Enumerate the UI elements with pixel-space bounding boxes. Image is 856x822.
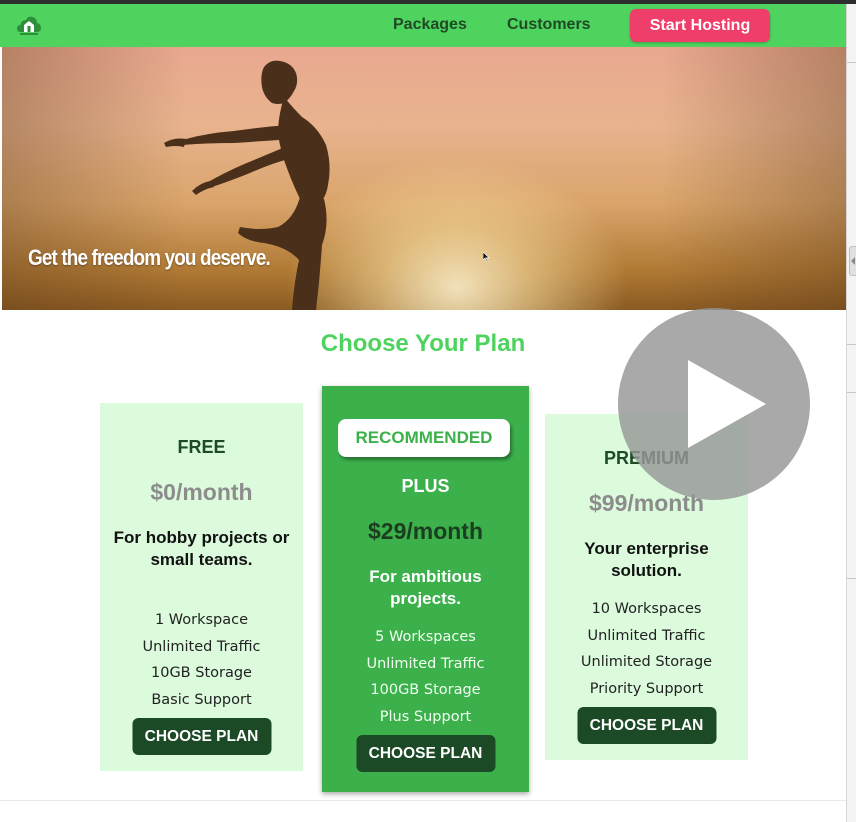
plan-description: For ambitious projects. [369,567,482,608]
plan-feature: Unlimited Storage [580,654,713,671]
panel-divider [847,392,856,393]
choose-plan-free-button[interactable]: CHOOSE PLAN [132,718,271,755]
plan-feature-list: 1 Workspace Unlimited Traffic 10GB Stora… [100,607,303,714]
panel-divider [847,578,856,579]
hero-banner: Get the freedom you deserve. [2,47,846,310]
plan-feature: Unlimited Traffic [587,627,706,644]
mouse-cursor-icon [483,252,490,262]
plan-price: $0/month [150,479,253,505]
page: Packages Customers Start Hosting Get the… [0,0,856,822]
hero-tagline: Get the freedom you deserve. [28,245,271,270]
plan-name: FREE [177,437,226,457]
choose-plan-plus-button[interactable]: CHOOSE PLAN [356,735,495,772]
navbar: Packages Customers Start Hosting [0,4,846,47]
plan-feature: 10 Workspaces [591,601,702,617]
plan-feature: 1 Workspace [154,612,249,628]
right-side-panel-edge [846,4,856,822]
nav-link-customers[interactable]: Customers [507,16,591,34]
house-cloud-logo-icon[interactable] [16,12,42,38]
plan-description: For hobby projects or small teams. [113,528,290,569]
plan-price: $29/month [367,518,484,544]
start-hosting-button[interactable]: Start Hosting [630,9,770,42]
panel-divider [847,62,856,63]
video-play-overlay[interactable] [618,308,810,500]
plan-feature: Plus Support [379,709,472,726]
plan-feature: Unlimited Traffic [142,638,261,655]
plan-feature: 5 Workspaces [375,629,476,645]
plan-card-plus: RECOMMENDED PLUS $29/month For ambitious… [322,386,529,792]
plan-feature: Unlimited Traffic [366,655,485,672]
recommended-badge: RECOMMENDED [338,419,510,457]
plan-feature: Priority Support [589,681,704,698]
plan-feature-list: 5 Workspaces Unlimited Traffic 100GB Sto… [322,624,529,731]
plan-description: Your enterprise solution. [584,539,709,580]
panel-divider [847,344,856,345]
panel-collapse-tab[interactable] [849,246,856,276]
plan-feature: 100GB Storage [370,682,481,699]
nav-link-packages[interactable]: Packages [393,16,467,34]
plan-feature-list: 10 Workspaces Unlimited Traffic Unlimite… [545,596,748,703]
plan-card-free: FREE $0/month For hobby projects or smal… [100,403,303,771]
play-icon [688,360,766,448]
plan-feature: 10GB Storage [151,665,252,682]
plan-feature: Basic Support [151,692,252,709]
page-bottom-divider [0,800,846,801]
plan-name: PLUS [401,476,450,496]
choose-plan-premium-button[interactable]: CHOOSE PLAN [577,707,716,744]
